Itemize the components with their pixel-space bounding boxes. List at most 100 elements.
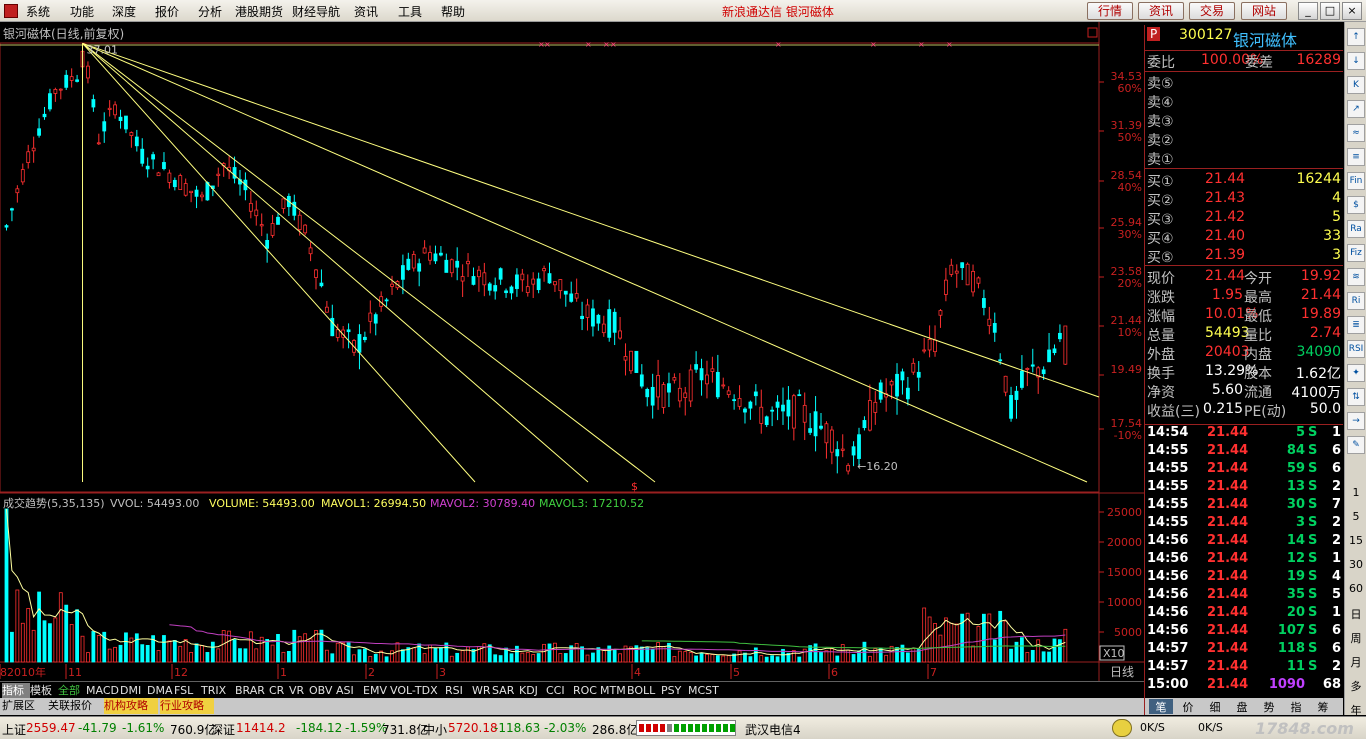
menu-item[interactable]: 工具 xyxy=(398,3,422,20)
extension-tab[interactable]: 机构攻略 xyxy=(104,698,158,714)
period-button[interactable]: 30 xyxy=(1345,558,1366,571)
indicator-tab[interactable]: WR xyxy=(472,683,492,699)
menu-item[interactable]: 分析 xyxy=(198,3,222,20)
volume-bar xyxy=(558,653,563,663)
menu-item[interactable]: 功能 xyxy=(70,3,94,20)
extension-tab[interactable]: 关联报价 xyxy=(48,698,102,714)
indicator-tab[interactable]: DMI xyxy=(120,683,147,699)
window-button-0[interactable]: _ xyxy=(1298,2,1318,20)
indicator-tab[interactable]: SAR xyxy=(492,683,519,699)
volume-bar xyxy=(390,650,394,663)
period-button[interactable]: 5 xyxy=(1345,510,1366,523)
period-button[interactable]: 15 xyxy=(1345,534,1366,547)
tool-button-icon[interactable]: Fiz xyxy=(1347,244,1365,262)
candle xyxy=(368,300,373,334)
candle xyxy=(601,315,606,337)
pct-tick: 10% xyxy=(1118,326,1142,339)
high-label: 37.01 xyxy=(87,43,119,56)
tick-row: 14:57 21.44 118 S 6 xyxy=(1145,641,1343,659)
indicator-tab[interactable]: VR xyxy=(289,683,309,699)
indicator-tab[interactable]: FSL xyxy=(174,683,201,699)
candle xyxy=(574,278,579,302)
quote-tab[interactable]: 指 xyxy=(1284,699,1308,714)
period-button[interactable]: 多 xyxy=(1345,678,1366,694)
menu-item[interactable]: 财经导航 xyxy=(292,3,340,20)
indicator-tab[interactable]: 指标 xyxy=(2,683,30,699)
tool-button-icon[interactable]: ≋ xyxy=(1347,268,1365,286)
menu-item[interactable]: 深度 xyxy=(112,3,136,20)
menu-item[interactable]: 港股期货 xyxy=(235,3,283,20)
menu-item[interactable]: 系统 xyxy=(26,3,50,20)
tool-button-icon[interactable]: Fin xyxy=(1347,172,1365,190)
connection-icon[interactable] xyxy=(1112,719,1132,737)
period-button[interactable]: 60 xyxy=(1345,582,1366,595)
extension-tab[interactable]: 行业攻略 xyxy=(160,698,214,714)
indicator-tab[interactable]: CCI xyxy=(546,683,573,699)
indicator-tab[interactable]: ASI xyxy=(336,683,363,699)
window-button-1[interactable]: □ xyxy=(1320,2,1340,20)
top-button-0[interactable]: 行情 xyxy=(1087,2,1133,20)
tool-button-icon[interactable]: Ra xyxy=(1347,220,1365,238)
tool-button-icon[interactable]: ≡ xyxy=(1347,148,1365,166)
quote-tab[interactable]: 筹 xyxy=(1311,699,1335,714)
candle xyxy=(824,421,829,459)
tool-button-icon[interactable]: ✦ xyxy=(1347,364,1365,382)
volume-bar xyxy=(384,656,389,663)
indicator-tab[interactable]: 全部 xyxy=(58,683,86,699)
top-button-2[interactable]: 交易 xyxy=(1189,2,1235,20)
tool-button-icon[interactable]: ≣ xyxy=(1347,316,1365,334)
indicator-tab[interactable]: PSY xyxy=(661,683,688,699)
period-button[interactable]: 1 xyxy=(1345,486,1366,499)
indicator-tab[interactable]: MTM xyxy=(600,683,627,699)
tool-button-icon[interactable]: ↗ xyxy=(1347,100,1365,118)
stat-label-b: 流通 xyxy=(1244,385,1272,401)
tool-button-icon[interactable]: ↑ xyxy=(1347,28,1365,46)
indicator-tab[interactable]: OBV xyxy=(309,683,336,699)
quote-tab[interactable]: 势 xyxy=(1257,699,1281,714)
stat-value-b: 34090 xyxy=(1296,344,1341,360)
tick-side: S xyxy=(1308,443,1318,458)
indicator-tab[interactable]: ROC xyxy=(573,683,600,699)
indicator-tab[interactable]: BOLL xyxy=(627,683,661,699)
tool-button-icon[interactable]: ⇅ xyxy=(1347,388,1365,406)
stock-name: 银河磁体 xyxy=(1233,31,1298,50)
tool-button-icon[interactable]: ✎ xyxy=(1347,436,1365,454)
quote-tab[interactable]: 笔 xyxy=(1149,699,1173,714)
tool-button-icon[interactable]: → xyxy=(1347,412,1365,430)
period-button[interactable]: 日 xyxy=(1345,606,1366,622)
menu-item[interactable]: 资讯 xyxy=(354,3,378,20)
menu-item[interactable]: 报价 xyxy=(155,3,179,20)
tool-button-icon[interactable]: Ri xyxy=(1347,292,1365,310)
kline-chart[interactable]: 34.5360%31.3950%28.5440%25.9430%23.5820%… xyxy=(0,22,1144,682)
volume-legend-1: VVOL: 54493.00 xyxy=(110,497,199,510)
tool-button-icon[interactable]: ≈ xyxy=(1347,124,1365,142)
indicator-tab[interactable]: MACD xyxy=(86,683,120,699)
candle xyxy=(1063,325,1068,365)
indicator-tab[interactable]: BRAR xyxy=(235,683,269,699)
period-button[interactable]: 周 xyxy=(1345,630,1366,646)
indicator-tab[interactable]: CR xyxy=(269,683,289,699)
candle xyxy=(748,400,753,420)
quote-tab[interactable]: 细 xyxy=(1203,699,1227,714)
app-icon[interactable] xyxy=(4,4,18,18)
tool-button-icon[interactable]: $ xyxy=(1347,196,1365,214)
indicator-tab[interactable]: TRIX xyxy=(201,683,235,699)
top-button-1[interactable]: 资讯 xyxy=(1138,2,1184,20)
tool-button-icon[interactable]: RSI xyxy=(1347,340,1365,358)
tool-button-icon[interactable]: ↓ xyxy=(1347,52,1365,70)
indicator-tab[interactable]: EMV xyxy=(363,683,390,699)
top-button-3[interactable]: 网站 xyxy=(1241,2,1287,20)
indicator-tab[interactable]: RSI xyxy=(445,683,472,699)
window-button-2[interactable]: × xyxy=(1342,2,1362,20)
indicator-tab[interactable]: MCST xyxy=(688,683,722,699)
indicator-tab[interactable]: 模板 xyxy=(30,683,58,699)
menu-item[interactable]: 帮助 xyxy=(441,3,465,20)
tick-time: 14:56 xyxy=(1147,569,1189,584)
quote-tab[interactable]: 价 xyxy=(1176,699,1200,714)
indicator-tab[interactable]: VOL-TDX xyxy=(390,683,445,699)
indicator-tab[interactable]: DMA xyxy=(147,683,174,699)
tool-button-icon[interactable]: K xyxy=(1347,76,1365,94)
indicator-tab[interactable]: KDJ xyxy=(519,683,546,699)
period-button[interactable]: 月 xyxy=(1345,654,1366,670)
quote-tab[interactable]: 盘 xyxy=(1230,699,1254,714)
